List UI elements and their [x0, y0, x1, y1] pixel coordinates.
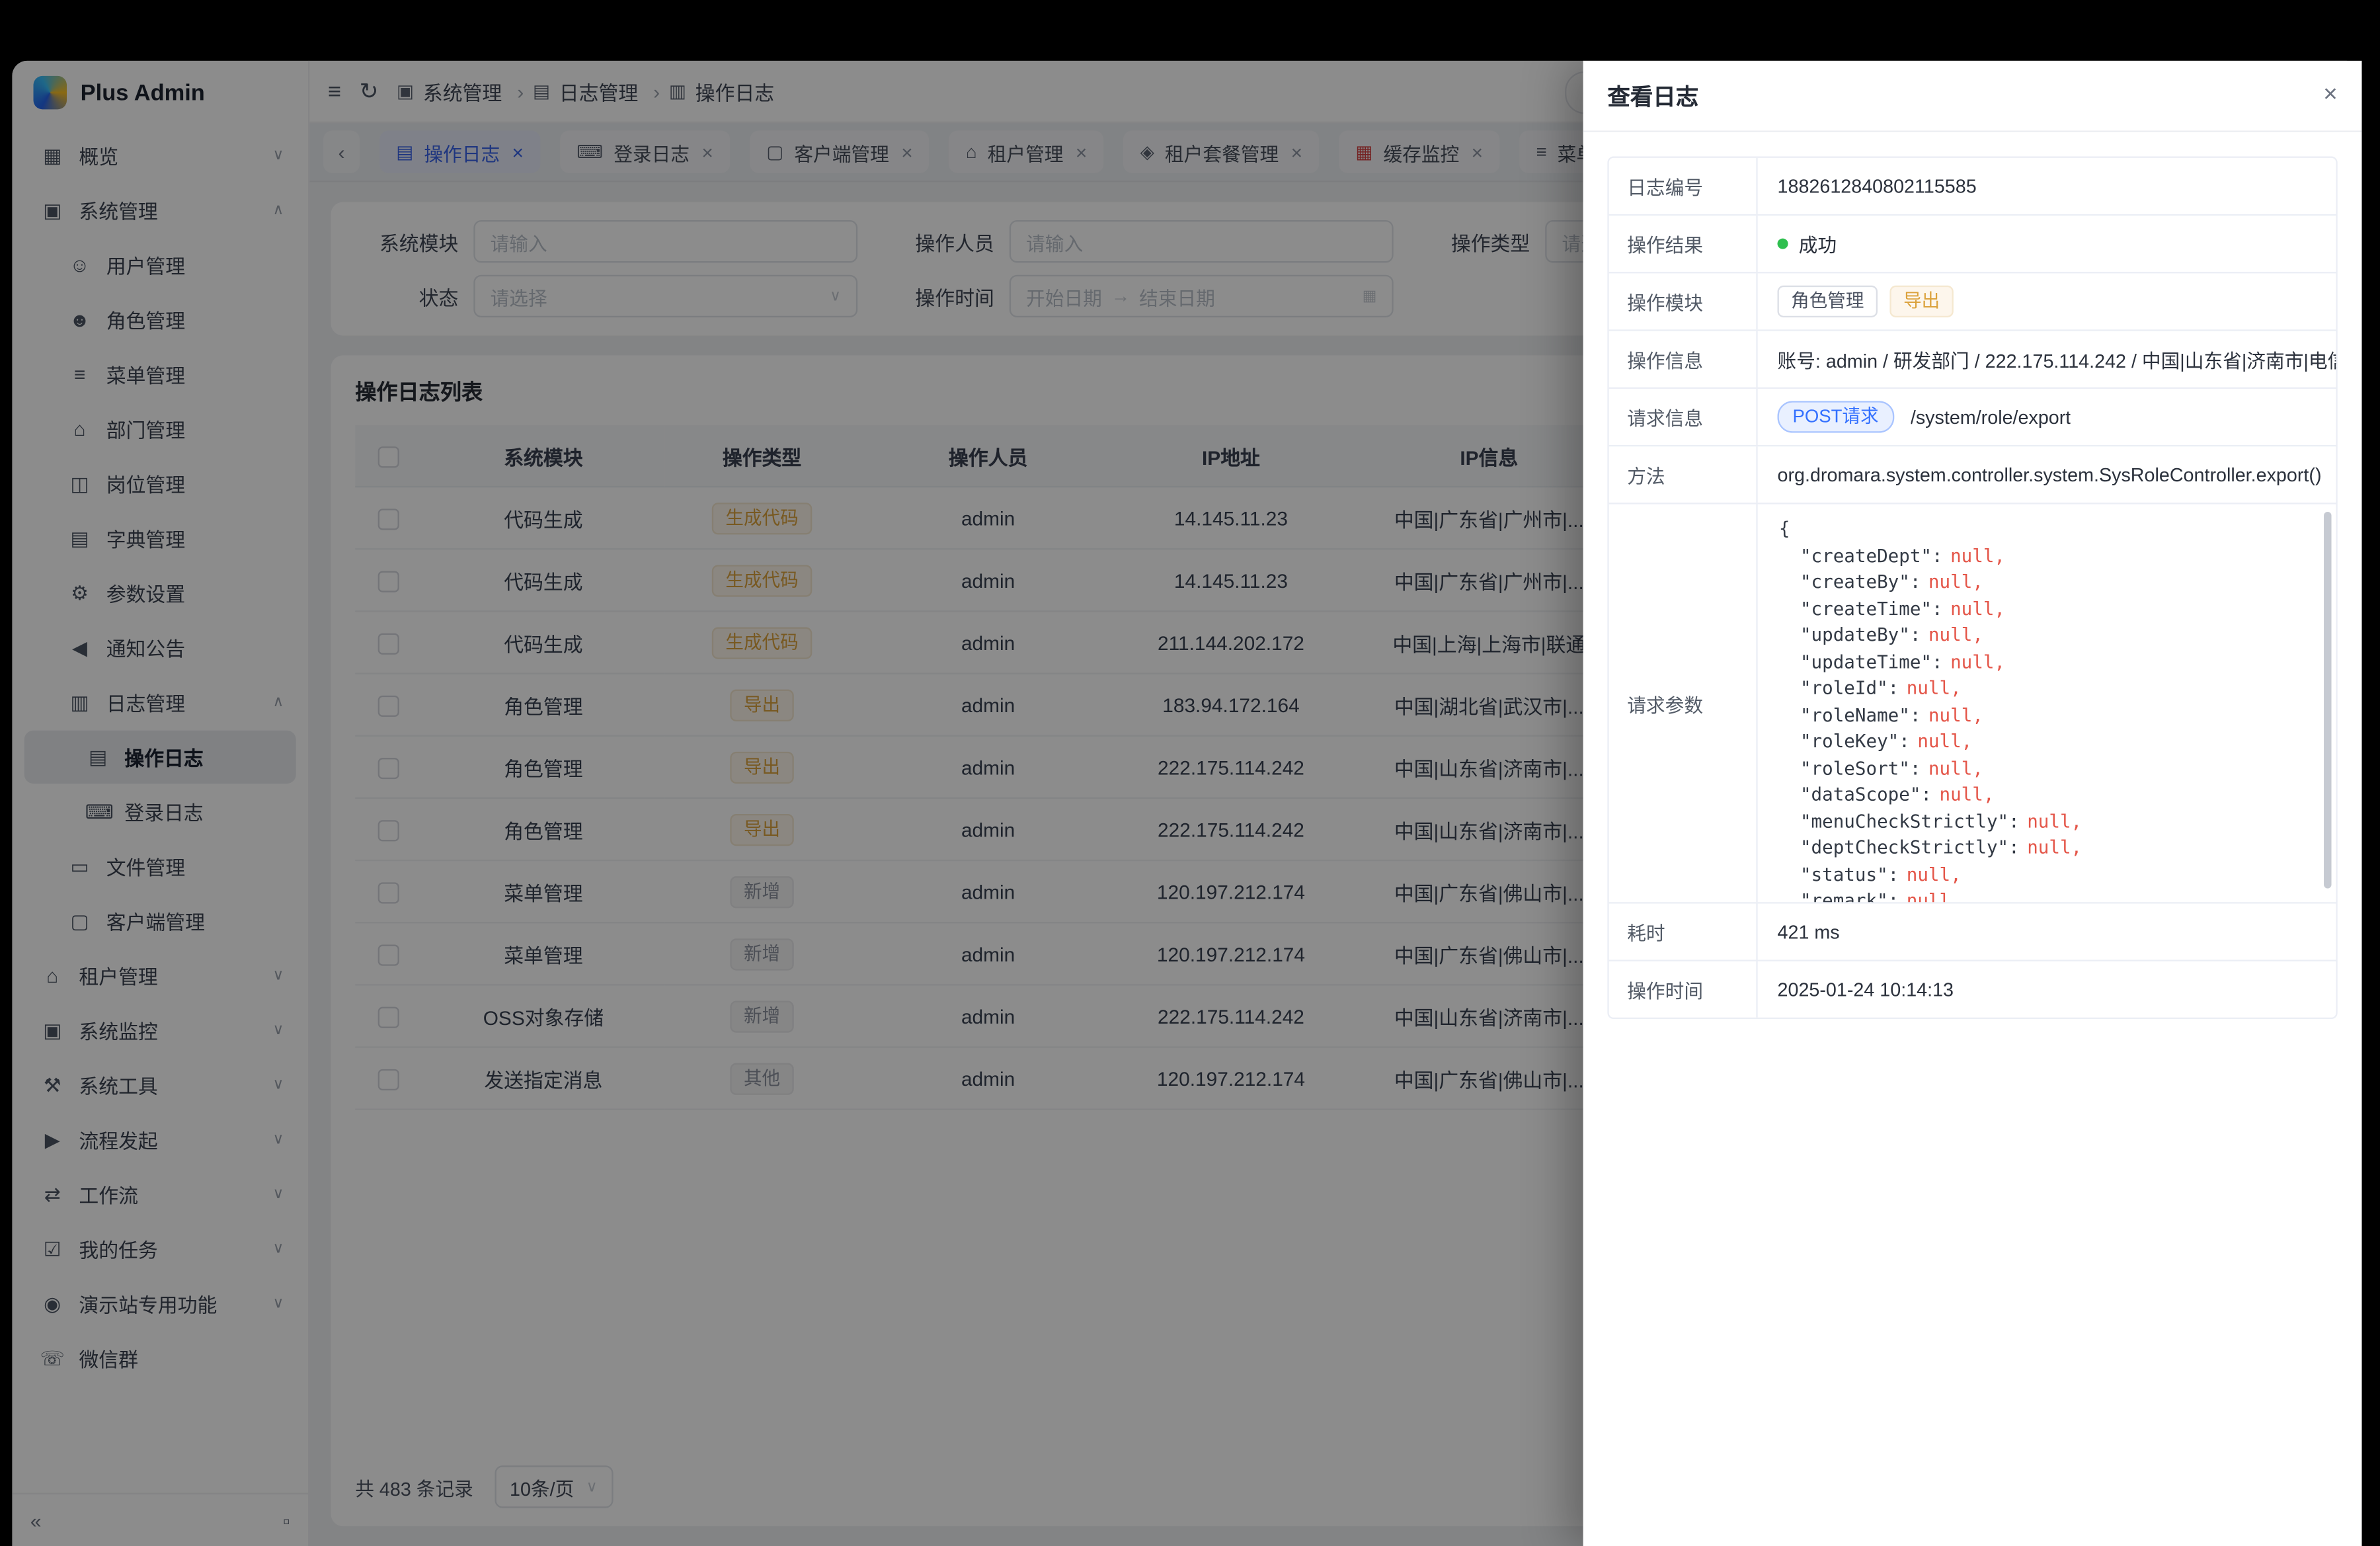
detail-label: 操作时间 [1609, 961, 1758, 1018]
view-log-drawer: 查看日志 × 日志编号 1882612840802115585 操作结果 成功 … [1583, 61, 2362, 1546]
detail-label: 请求参数 [1609, 504, 1758, 902]
post-method-tag: POST请求 [1778, 401, 1894, 432]
module-tags: 角色管理 导出 [1758, 273, 2336, 329]
operation-time-value: 2025-01-24 10:14:13 [1758, 961, 2336, 1018]
result-text: 成功 [1799, 229, 1837, 259]
detail-label: 请求信息 [1609, 389, 1758, 445]
code-line: "roleSort":null, [1779, 756, 2315, 782]
detail-label: 日志编号 [1609, 158, 1758, 214]
log-detail-table: 日志编号 1882612840802115585 操作结果 成功 操作模块 角色… [1607, 157, 2337, 1020]
code-line: "dataScope":null, [1779, 782, 2315, 809]
drawer-body: 日志编号 1882612840802115585 操作结果 成功 操作模块 角色… [1583, 132, 2362, 1043]
detail-row-method: 方法 org.dromara.system.controller.system.… [1609, 446, 2336, 504]
code-line: "updateTime":null, [1779, 649, 2315, 676]
code-line: "roleId":null, [1779, 676, 2315, 702]
result-value: 成功 [1758, 216, 2336, 272]
detail-row-params: 请求参数 { "createDept":null, "createBy":nul… [1609, 504, 2336, 903]
log-id-value: 1882612840802115585 [1758, 158, 2336, 214]
detail-label: 操作模块 [1609, 273, 1758, 329]
request-params-value: { "createDept":null, "createBy":null, "c… [1758, 504, 2336, 902]
code-line: "roleKey":null, [1779, 729, 2315, 755]
detail-row-result: 操作结果 成功 [1609, 216, 2336, 273]
module-tag: 角色管理 [1778, 286, 1878, 317]
code-scrollbar[interactable] [2324, 512, 2331, 889]
code-line: "remark":null, [1779, 889, 2315, 903]
detail-row-module: 操作模块 角色管理 导出 [1609, 273, 2336, 331]
detail-row-log-id: 日志编号 1882612840802115585 [1609, 158, 2336, 216]
code-line: "createBy":null, [1779, 569, 2315, 596]
code-line: "status":null, [1779, 862, 2315, 888]
detail-label: 操作结果 [1609, 216, 1758, 272]
code-line: { [1779, 516, 2315, 543]
code-line: "createDept":null, [1779, 543, 2315, 569]
drawer-header: 查看日志 × [1583, 61, 2362, 132]
code-line: "deptCheckStrictly":null, [1779, 835, 2315, 862]
request-url: /system/role/export [1911, 406, 2071, 427]
detail-row-info: 操作信息 账号: admin / 研发部门 / 222.175.114.242 … [1609, 331, 2336, 389]
detail-label: 操作信息 [1609, 331, 1758, 387]
code-line: "updateBy":null, [1779, 623, 2315, 649]
close-icon[interactable]: × [2323, 82, 2337, 109]
duration-value: 421 ms [1758, 904, 2336, 960]
code-line: "roleName":null, [1779, 702, 2315, 729]
method-value: org.dromara.system.controller.system.Sys… [1758, 446, 2336, 503]
detail-row-request: 请求信息 POST请求 /system/role/export [1609, 389, 2336, 446]
drawer-title: 查看日志 [1607, 80, 1698, 112]
detail-label: 耗时 [1609, 904, 1758, 960]
module-tag: 导出 [1889, 286, 1953, 317]
operation-info-value: 账号: admin / 研发部门 / 222.175.114.242 / 中国|… [1758, 331, 2336, 387]
request-info-value: POST请求 /system/role/export [1758, 389, 2336, 445]
detail-row-duration: 耗时 421 ms [1609, 904, 2336, 961]
detail-label: 方法 [1609, 446, 1758, 503]
screen: Plus Admin ▦ 概览 ∨ ▣ 系统管理 ∧ [0, 0, 2380, 1546]
success-dot-icon [1778, 239, 1788, 249]
code-line: "menuCheckStrictly":null, [1779, 809, 2315, 835]
json-code-block[interactable]: { "createDept":null, "createBy":null, "c… [1758, 504, 2336, 902]
code-line: "createTime":null, [1779, 596, 2315, 622]
detail-row-time: 操作时间 2025-01-24 10:14:13 [1609, 961, 2336, 1018]
